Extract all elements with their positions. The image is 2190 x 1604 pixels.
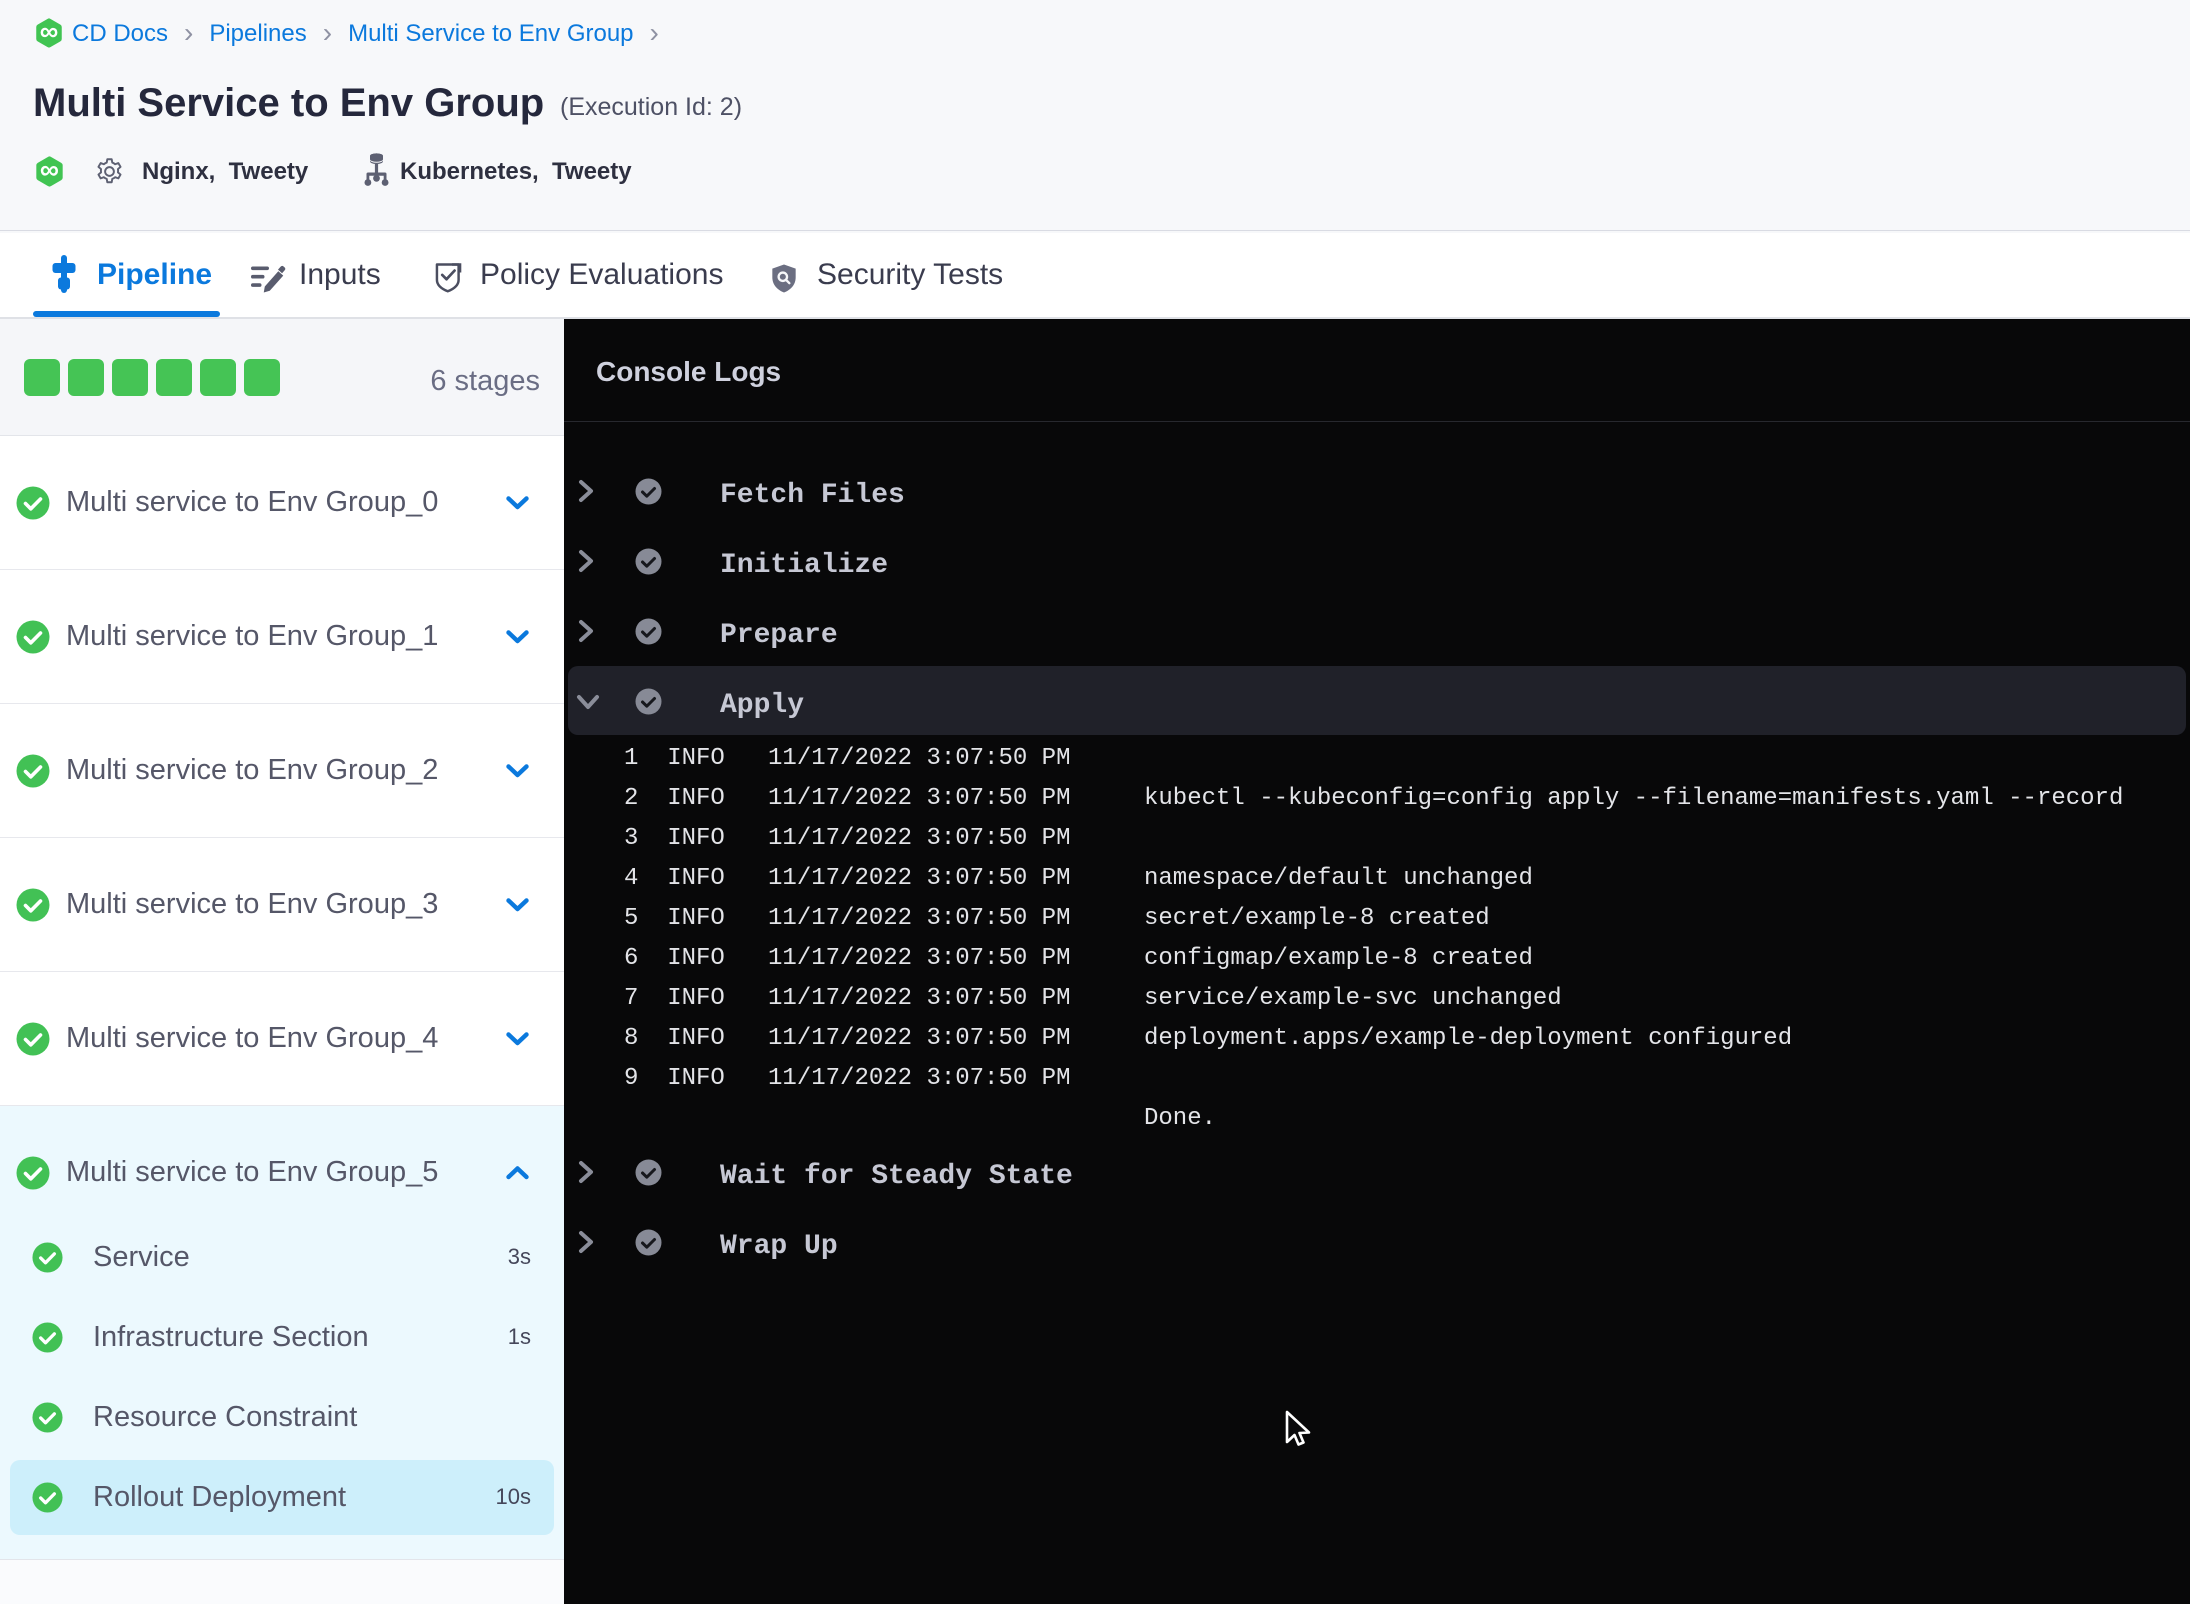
svg-text:∞: ∞ [40,18,59,46]
svg-text:∞: ∞ [40,156,59,185]
